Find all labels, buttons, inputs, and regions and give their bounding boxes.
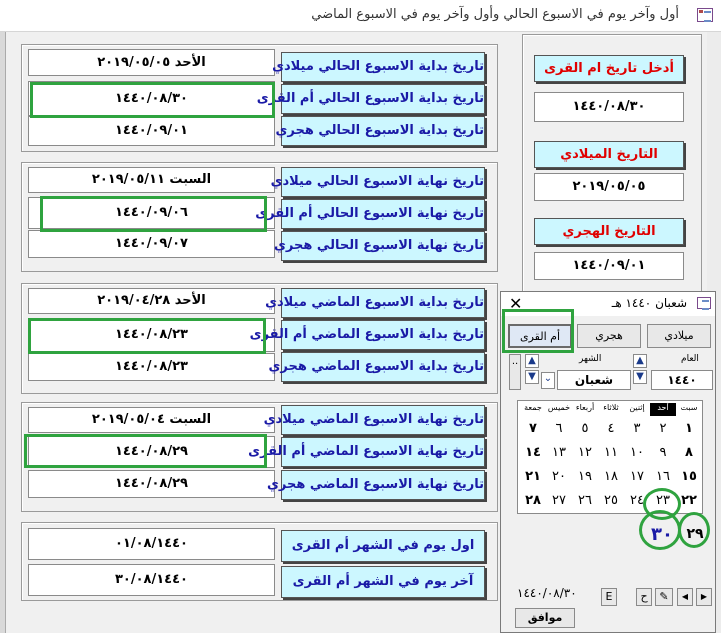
weekday-header: إثنين — [629, 403, 645, 412]
group-3-row-2-label: تاريخ بداية الاسبوع الماضي أم القرى — [250, 320, 485, 350]
year-input[interactable]: ١٤٤٠ — [651, 370, 713, 390]
day-cell[interactable]: ٩ — [650, 441, 676, 465]
day-cell[interactable]: ١١ — [598, 441, 624, 465]
day-cell[interactable]: ١٧ — [624, 465, 650, 489]
spin-dots: .. — [509, 354, 521, 390]
day-cell[interactable]: ١٦ — [650, 465, 676, 489]
nav-prev-icon[interactable]: ◀ — [677, 588, 693, 606]
group-2-row-1-value: السبت ٢٠١٩/٠٥/١١ — [28, 167, 275, 193]
left-edge — [0, 32, 6, 633]
mode-hijri-button[interactable]: هجري — [577, 324, 641, 348]
calendar-icon — [697, 297, 711, 310]
ok-button[interactable]: موافق — [515, 608, 575, 628]
group-2-row-3-value: ١٤٤٠/٠٩/٠٧ — [28, 230, 275, 258]
day-cell[interactable]: ٢١ — [520, 465, 546, 489]
group-5-row-2-value: ٣٠/٠٨/١٤٤٠ — [28, 564, 275, 596]
group-1-row-1-label: تاريخ بداية الاسبوع الحالي ميلادي — [272, 52, 485, 82]
highlight-box — [40, 196, 267, 232]
month-up-arrow[interactable]: ▲ — [525, 354, 539, 368]
weekday-header: خميس — [547, 403, 571, 412]
group-4-row-2-label: تاريخ نهاية الاسبوع الماضي أم القرى — [248, 437, 485, 467]
group-4-row-1-label: تاريخ نهاية الاسبوع الماضي ميلادي — [264, 405, 485, 435]
group-2-row-2-label: تاريخ نهاية الاسبوع الحالي أم القرى — [255, 199, 485, 229]
group-1-row-3-label: تاريخ بداية الاسبوع الحالي هجري — [276, 116, 485, 146]
month-down-arrow[interactable]: ▼ — [525, 370, 539, 384]
highlight-circle — [678, 512, 710, 548]
window-title-bar: أول وآخر يوم في الاسبوع الحالي وأول وآخر… — [0, 0, 721, 32]
year-up-arrow[interactable]: ▲ — [633, 354, 647, 368]
day-cell[interactable]: ٨ — [676, 441, 702, 465]
group-1-row-3-value: ١٤٤٠/٠٩/٠١ — [28, 116, 275, 146]
day-cell[interactable]: ٢٠ — [546, 465, 572, 489]
day-cell[interactable]: ١٠ — [624, 441, 650, 465]
day-cell[interactable]: ١٥ — [676, 465, 702, 489]
day-cell[interactable]: ١٢ — [572, 441, 598, 465]
form-icon — [697, 8, 713, 22]
weekday-header: سبت — [680, 403, 698, 412]
group-3-row-3-value: ١٤٤٠/٠٨/٢٣ — [28, 353, 275, 381]
weekday-header: أربعاء — [575, 403, 595, 412]
month-label: الشهر — [579, 354, 602, 364]
day-cell[interactable]: ٧ — [520, 417, 546, 441]
weekday-header: أحد — [650, 403, 676, 416]
highlight-box — [28, 318, 266, 354]
window-title: أول وآخر يوم في الاسبوع الحالي وأول وآخر… — [311, 7, 679, 22]
day-cell[interactable]: ٤ — [598, 417, 624, 441]
calendar-dialog: ✕ شعبان ١٤٤٠ هـ ميلادي هجري أم القرى الع… — [500, 291, 716, 633]
day-cell[interactable]: ٢٧ — [546, 489, 572, 513]
edit-icon[interactable]: ✎ — [655, 588, 673, 606]
group-5-row-2-label: آخر يوم في الشهر أم القرى — [281, 566, 485, 598]
day-cell[interactable]: ٢٥ — [598, 489, 624, 513]
day-cell[interactable]: ١٣ — [546, 441, 572, 465]
group-2-row-1-label: تاريخ نهاية الاسبوع الحالي ميلادي — [271, 167, 485, 197]
group-4-row-3-value: ١٤٤٠/٠٨/٢٩ — [28, 470, 275, 498]
group-3-row-1-label: تاريخ بداية الاسبوع الماضي ميلادي — [265, 288, 485, 318]
day-cell[interactable]: ٢ — [650, 417, 676, 441]
day-cell[interactable]: ٢٨ — [520, 489, 546, 513]
year-down-arrow[interactable]: ▼ — [633, 370, 647, 384]
chevron-down-icon[interactable]: ⌄ — [541, 372, 555, 389]
selected-date-text: ١٤٤٠/٠٨/٣٠ — [517, 586, 577, 600]
h-button[interactable]: ح — [636, 588, 652, 606]
day-cell[interactable]: ٢٦ — [572, 489, 598, 513]
highlight-box — [24, 434, 267, 468]
greg-date-value: ٢٠١٩/٠٥/٠٥ — [534, 173, 684, 201]
highlight-box — [30, 82, 275, 118]
group-4-row-1-value: السبت ٢٠١٩/٠٥/٠٤ — [28, 407, 275, 433]
day-cell[interactable]: ٥ — [572, 417, 598, 441]
hijri-date-value: ١٤٤٠/٠٩/٠١ — [534, 252, 684, 280]
day-cell[interactable]: ٣ — [624, 417, 650, 441]
group-2-row-3-label: تاريخ نهاية الاسبوع الحالي هجري — [274, 231, 485, 261]
highlight-circle — [639, 510, 681, 550]
day-cell[interactable]: ١٨ — [598, 465, 624, 489]
weekday-header: جمعة — [524, 403, 542, 412]
month-select[interactable]: شعبان — [557, 370, 631, 390]
group-5-row-1-value: ٠١/٠٨/١٤٤٠ — [28, 528, 275, 560]
group-4-row-3-label: تاريخ نهاية الاسبوع الماضي هجري — [267, 470, 485, 500]
umm-input-label: أدخل تاريخ ام القرى — [534, 55, 684, 82]
group-1-row-1-value: الأحد ٢٠١٩/٠٥/٠٥ — [28, 49, 275, 76]
umm-input-field[interactable]: ١٤٤٠/٠٨/٣٠ — [534, 92, 684, 122]
group-1-row-2-label: تاريخ بداية الاسبوع الحالي أم القرى — [257, 84, 485, 114]
day-cell[interactable]: ٦ — [546, 417, 572, 441]
day-cell[interactable]: ١٤ — [520, 441, 546, 465]
group-3-row-3-label: تاريخ بداية الاسبوع الماضي هجري — [268, 352, 485, 382]
hijri-date-label: التاريخ الهجري — [534, 218, 684, 245]
group-3-row-1-value: الأحد ٢٠١٩/٠٤/٢٨ — [28, 288, 275, 314]
nav-next-icon[interactable]: ▶ — [696, 588, 712, 606]
year-label: العام — [681, 354, 699, 364]
group-5-row-1-label: اول يوم في الشهر أم القرى — [281, 530, 485, 562]
e-button[interactable]: E — [601, 588, 617, 606]
mode-gregorian-button[interactable]: ميلادي — [647, 324, 711, 348]
day-cell[interactable]: ١ — [676, 417, 702, 441]
day-cell[interactable]: ١٩ — [572, 465, 598, 489]
highlight-box — [502, 309, 574, 353]
greg-date-label: التاريخ الميلادي — [534, 141, 684, 168]
calendar-title: شعبان ١٤٤٠ هـ — [611, 296, 687, 310]
weekday-header: ثلاثاء — [603, 403, 619, 412]
